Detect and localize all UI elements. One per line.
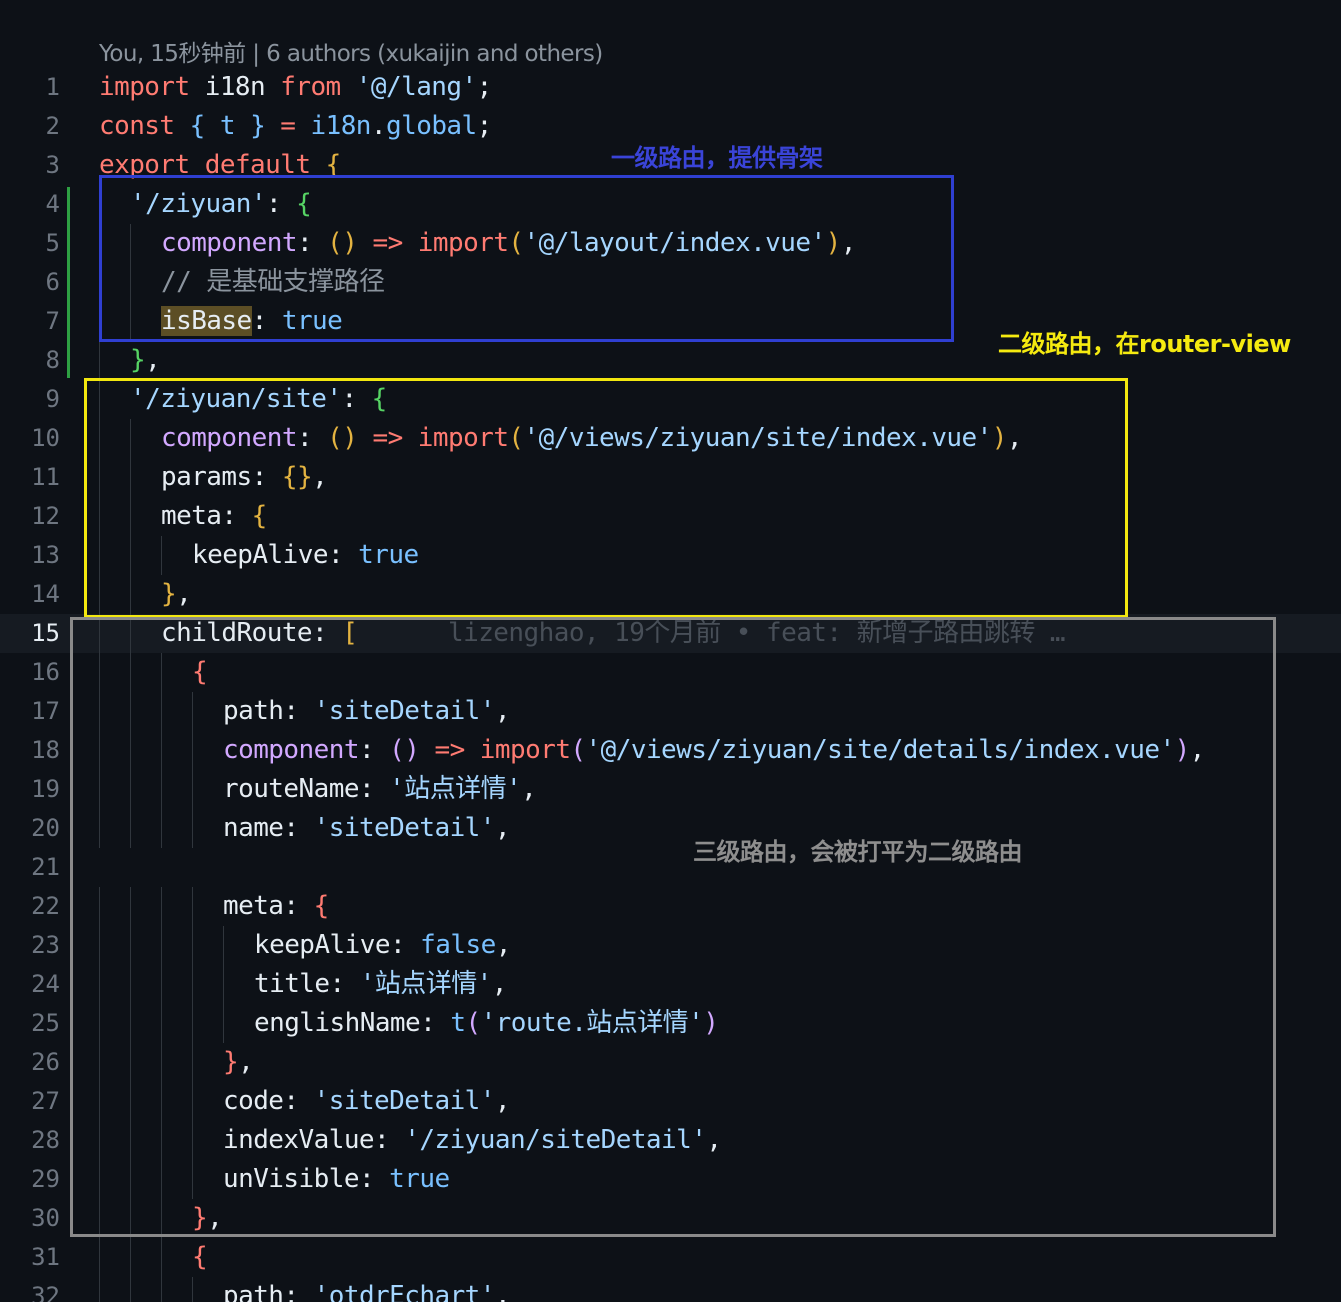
code-token: , — [494, 1281, 511, 1302]
indent-guide — [161, 1277, 162, 1302]
line-number[interactable]: 14 — [0, 575, 60, 614]
line-number[interactable]: 24 — [0, 965, 60, 1004]
line-number[interactable]: 16 — [0, 653, 60, 692]
level3-route-highlight-box — [70, 617, 1276, 1237]
line-number[interactable]: 18 — [0, 731, 60, 770]
code-token: i18n — [189, 72, 281, 102]
line-number[interactable]: 4 — [0, 185, 60, 224]
code-line[interactable]: 31 { — [0, 1238, 1341, 1277]
code-token: : — [283, 1281, 314, 1302]
line-number[interactable]: 10 — [0, 419, 60, 458]
level3-annotation: 三级路由，会被打平为二级路由 — [693, 838, 1023, 866]
level2-annotation: 二级路由，在router-view — [998, 330, 1291, 358]
indent-guide — [192, 1277, 193, 1302]
line-number[interactable]: 8 — [0, 341, 60, 380]
code-line[interactable]: 32 path: 'otdrEchart', — [0, 1277, 1341, 1302]
code-token: ; — [476, 72, 493, 102]
code-token: global — [386, 111, 477, 141]
code-token: i18n — [310, 111, 371, 141]
line-number[interactable]: 22 — [0, 887, 60, 926]
code-text[interactable]: path: 'otdrEchart', — [223, 1277, 511, 1302]
code-token: = — [265, 111, 311, 141]
code-token: const — [99, 111, 175, 141]
line-number[interactable]: 25 — [0, 1004, 60, 1043]
code-token: from — [280, 72, 341, 102]
line-number[interactable]: 21 — [0, 848, 60, 887]
code-token: { — [192, 1242, 208, 1272]
line-number[interactable]: 5 — [0, 224, 60, 263]
code-token: . — [370, 111, 387, 141]
code-text[interactable]: }, — [130, 341, 161, 380]
line-number[interactable]: 1 — [0, 68, 60, 107]
line-number[interactable]: 28 — [0, 1121, 60, 1160]
code-token: , — [145, 345, 161, 375]
line-number[interactable]: 13 — [0, 536, 60, 575]
line-number[interactable]: 31 — [0, 1238, 60, 1277]
level1-annotation: 一级路由，提供骨架 — [611, 144, 823, 172]
level2-route-highlight-box — [84, 378, 1128, 618]
line-number[interactable]: 20 — [0, 809, 60, 848]
line-number[interactable]: 2 — [0, 107, 60, 146]
code-line[interactable]: 1 import i18n from '@/lang'; — [0, 68, 1341, 107]
line-number[interactable]: 15 — [0, 614, 60, 653]
code-token: '@/lang' — [355, 72, 477, 102]
code-token: { — [189, 111, 206, 141]
line-number[interactable]: 19 — [0, 770, 60, 809]
indent-guide — [99, 1238, 100, 1277]
line-number[interactable]: 26 — [0, 1043, 60, 1082]
code-token: path — [223, 1281, 284, 1302]
line-number[interactable]: 7 — [0, 302, 60, 341]
line-number[interactable]: 3 — [0, 146, 60, 185]
line-number[interactable]: 23 — [0, 926, 60, 965]
line-number[interactable]: 29 — [0, 1160, 60, 1199]
code-token: ; — [476, 111, 493, 141]
line-number[interactable]: 32 — [0, 1277, 60, 1302]
indent-guide — [161, 1238, 162, 1277]
line-number[interactable]: 30 — [0, 1199, 60, 1238]
code-token: t — [204, 111, 251, 141]
indent-guide — [130, 1277, 131, 1302]
code-editor[interactable]: You, 15秒钟前 | 6 authors (xukaijin and oth… — [0, 0, 1341, 1302]
code-token: import — [99, 72, 190, 102]
code-text[interactable]: const { t } = i18n.global; — [99, 107, 492, 146]
line-number[interactable]: 17 — [0, 692, 60, 731]
codelens-authors[interactable]: You, 15秒钟前 | 6 authors (xukaijin and oth… — [99, 38, 603, 70]
level1-route-highlight-box — [99, 175, 954, 342]
indent-guide — [99, 341, 100, 380]
line-number[interactable]: 6 — [0, 263, 60, 302]
line-number[interactable]: 9 — [0, 380, 60, 419]
line-number[interactable]: 12 — [0, 497, 60, 536]
code-token: 'otdrEchart' — [313, 1281, 496, 1302]
code-text[interactable]: { — [192, 1238, 208, 1277]
code-text[interactable]: import i18n from '@/lang'; — [99, 68, 492, 107]
line-number[interactable]: 27 — [0, 1082, 60, 1121]
indent-guide — [130, 1238, 131, 1277]
code-token: } — [130, 345, 146, 375]
line-number[interactable]: 11 — [0, 458, 60, 497]
code-token: } — [250, 111, 266, 141]
indent-guide — [99, 1277, 100, 1302]
